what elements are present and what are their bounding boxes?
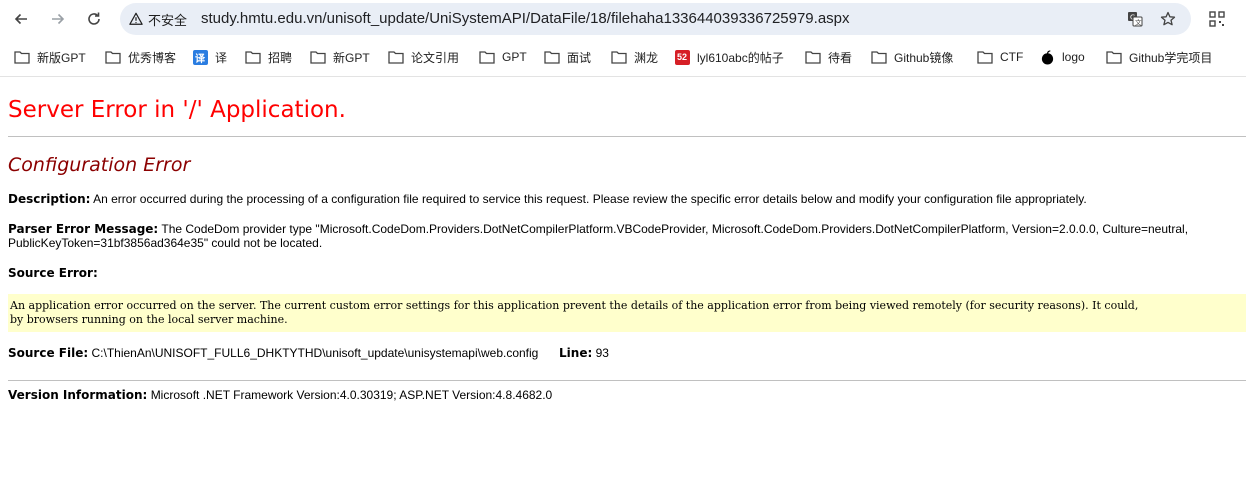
bookmark-folder[interactable]: 招聘 (245, 48, 292, 66)
reload-button[interactable] (81, 6, 107, 32)
bookmark-folder[interactable]: Github学完项目 (1106, 48, 1212, 66)
folder-icon (479, 50, 495, 64)
divider (8, 380, 1246, 381)
version-block: Version Information: Microsoft .NET Fram… (8, 388, 1246, 402)
bookmark-label: 论文引用 (411, 50, 460, 65)
bookmark-link[interactable]: logo (1039, 48, 1085, 66)
bookmark-link[interactable]: 52 lyl610abc的帖子 (674, 48, 784, 66)
back-icon (14, 13, 27, 25)
page-subtitle: Configuration Error (8, 154, 191, 176)
parser-error-block: Parser Error Message: The CodeDom provid… (8, 222, 1246, 250)
bookmark-folder[interactable]: 待看 (805, 48, 852, 66)
folder-icon (14, 50, 30, 64)
bookmark-label: CTF (1000, 50, 1024, 64)
bookmark-folder[interactable]: CTF (977, 48, 1023, 66)
folder-icon (805, 50, 821, 64)
security-label: 不安全 (148, 12, 188, 28)
forward-icon (52, 13, 65, 25)
bookmark-star-button[interactable] (1159, 10, 1177, 28)
forward-button[interactable] (45, 6, 71, 32)
bookmark-label: 面试 (567, 50, 592, 65)
red-site-icon: 52 (674, 49, 690, 65)
folder-icon (310, 50, 326, 64)
star-icon (1160, 11, 1176, 26)
translate-icon: G文 (1128, 12, 1143, 27)
version-label: Version Information: (8, 388, 148, 402)
folder-icon (245, 50, 261, 64)
source-error-box: An application error occurred on the ser… (8, 294, 1246, 332)
divider (8, 136, 1246, 137)
bookmark-folder[interactable]: Github镜像 (871, 48, 953, 66)
error-page: Server Error in '/' Application. Configu… (0, 95, 1246, 402)
folder-icon (105, 50, 121, 64)
folder-icon (977, 50, 993, 64)
bookmark-folder[interactable]: 渊龙 (611, 48, 658, 66)
bookmark-folder[interactable]: 面试 (544, 48, 591, 66)
back-button[interactable] (8, 6, 34, 32)
bookmarks-bar: 新版GPT 优秀博客 译 译 招聘 新GPT 论文引用 GPT 面试 渊龙 52… (0, 38, 1246, 77)
line-number: 93 (595, 346, 609, 360)
warning-icon (129, 12, 143, 25)
folder-icon (1106, 50, 1122, 64)
description-text: An error occurred during the processing … (93, 192, 1087, 206)
bookmark-folder[interactable]: GPT (479, 48, 527, 66)
bookmark-link[interactable]: 译 译 (192, 48, 227, 66)
description-label: Description: (8, 192, 91, 206)
bookmark-label: 招聘 (268, 50, 293, 65)
source-file-label: Source File: (8, 346, 89, 360)
parser-error-label: Parser Error Message: (8, 222, 159, 236)
qr-icon (1209, 11, 1225, 27)
qr-code-button[interactable] (1208, 10, 1226, 28)
bookmark-label: 译 (215, 50, 228, 65)
source-file-path: C:\ThienAn\UNISOFT_FULL6_DHKTYTHD\unisof… (91, 346, 539, 360)
folder-icon (388, 50, 404, 64)
bookmark-folder[interactable]: 优秀博客 (105, 48, 176, 66)
bookmark-label: Github镜像 (894, 50, 954, 65)
bookmark-label: 新版GPT (37, 50, 86, 65)
bookmark-folder[interactable]: 论文引用 (388, 48, 459, 66)
bookmark-label: Github学完项目 (1129, 50, 1213, 65)
folder-icon (611, 50, 627, 64)
bookmark-label: logo (1062, 50, 1085, 64)
reload-icon (88, 12, 100, 25)
security-chip[interactable]: 不安全 (129, 9, 187, 29)
apple-icon (1039, 49, 1055, 65)
bookmark-label: GPT (502, 50, 527, 64)
line-label: Line: (559, 346, 593, 360)
bookmark-folder[interactable]: 新版GPT (14, 48, 86, 66)
bookmark-label: 优秀博客 (128, 50, 177, 65)
description-block: Description: An error occurred during th… (8, 192, 1246, 206)
browser-toolbar: 不安全 study.hmtu.edu.vn/unisoft_update/Uni… (0, 0, 1246, 38)
parser-error-text: The CodeDom provider type "Microsoft.Cod… (8, 222, 1189, 250)
url-text[interactable]: study.hmtu.edu.vn/unisoft_update/UniSyst… (201, 10, 850, 27)
svg-text:文: 文 (1135, 18, 1142, 27)
bookmark-label: 新GPT (333, 50, 370, 65)
source-error-heading: Source Error: (8, 266, 1246, 280)
address-bar[interactable]: 不安全 study.hmtu.edu.vn/unisoft_update/Uni… (120, 3, 1191, 35)
folder-icon (871, 50, 887, 64)
bookmark-label: 待看 (828, 50, 853, 65)
bookmark-label: 渊龙 (634, 50, 659, 65)
source-error-label: Source Error: (8, 266, 98, 280)
source-error-line: by browsers running on the local server … (10, 313, 288, 326)
folder-icon (544, 50, 560, 64)
source-file-block: Source File: C:\ThienAn\UNISOFT_FULL6_DH… (8, 346, 1246, 360)
version-text: Microsoft .NET Framework Version:4.0.303… (150, 388, 553, 402)
source-error-line: An application error occurred on the ser… (10, 299, 1139, 312)
bookmark-label: lyl610abc的帖子 (697, 50, 784, 65)
translate-button[interactable]: G文 (1126, 10, 1144, 28)
bookmark-folder[interactable]: 新GPT (310, 48, 370, 66)
page-title: Server Error in '/' Application. (8, 97, 346, 123)
translate-badge-icon: 译 (192, 49, 208, 65)
